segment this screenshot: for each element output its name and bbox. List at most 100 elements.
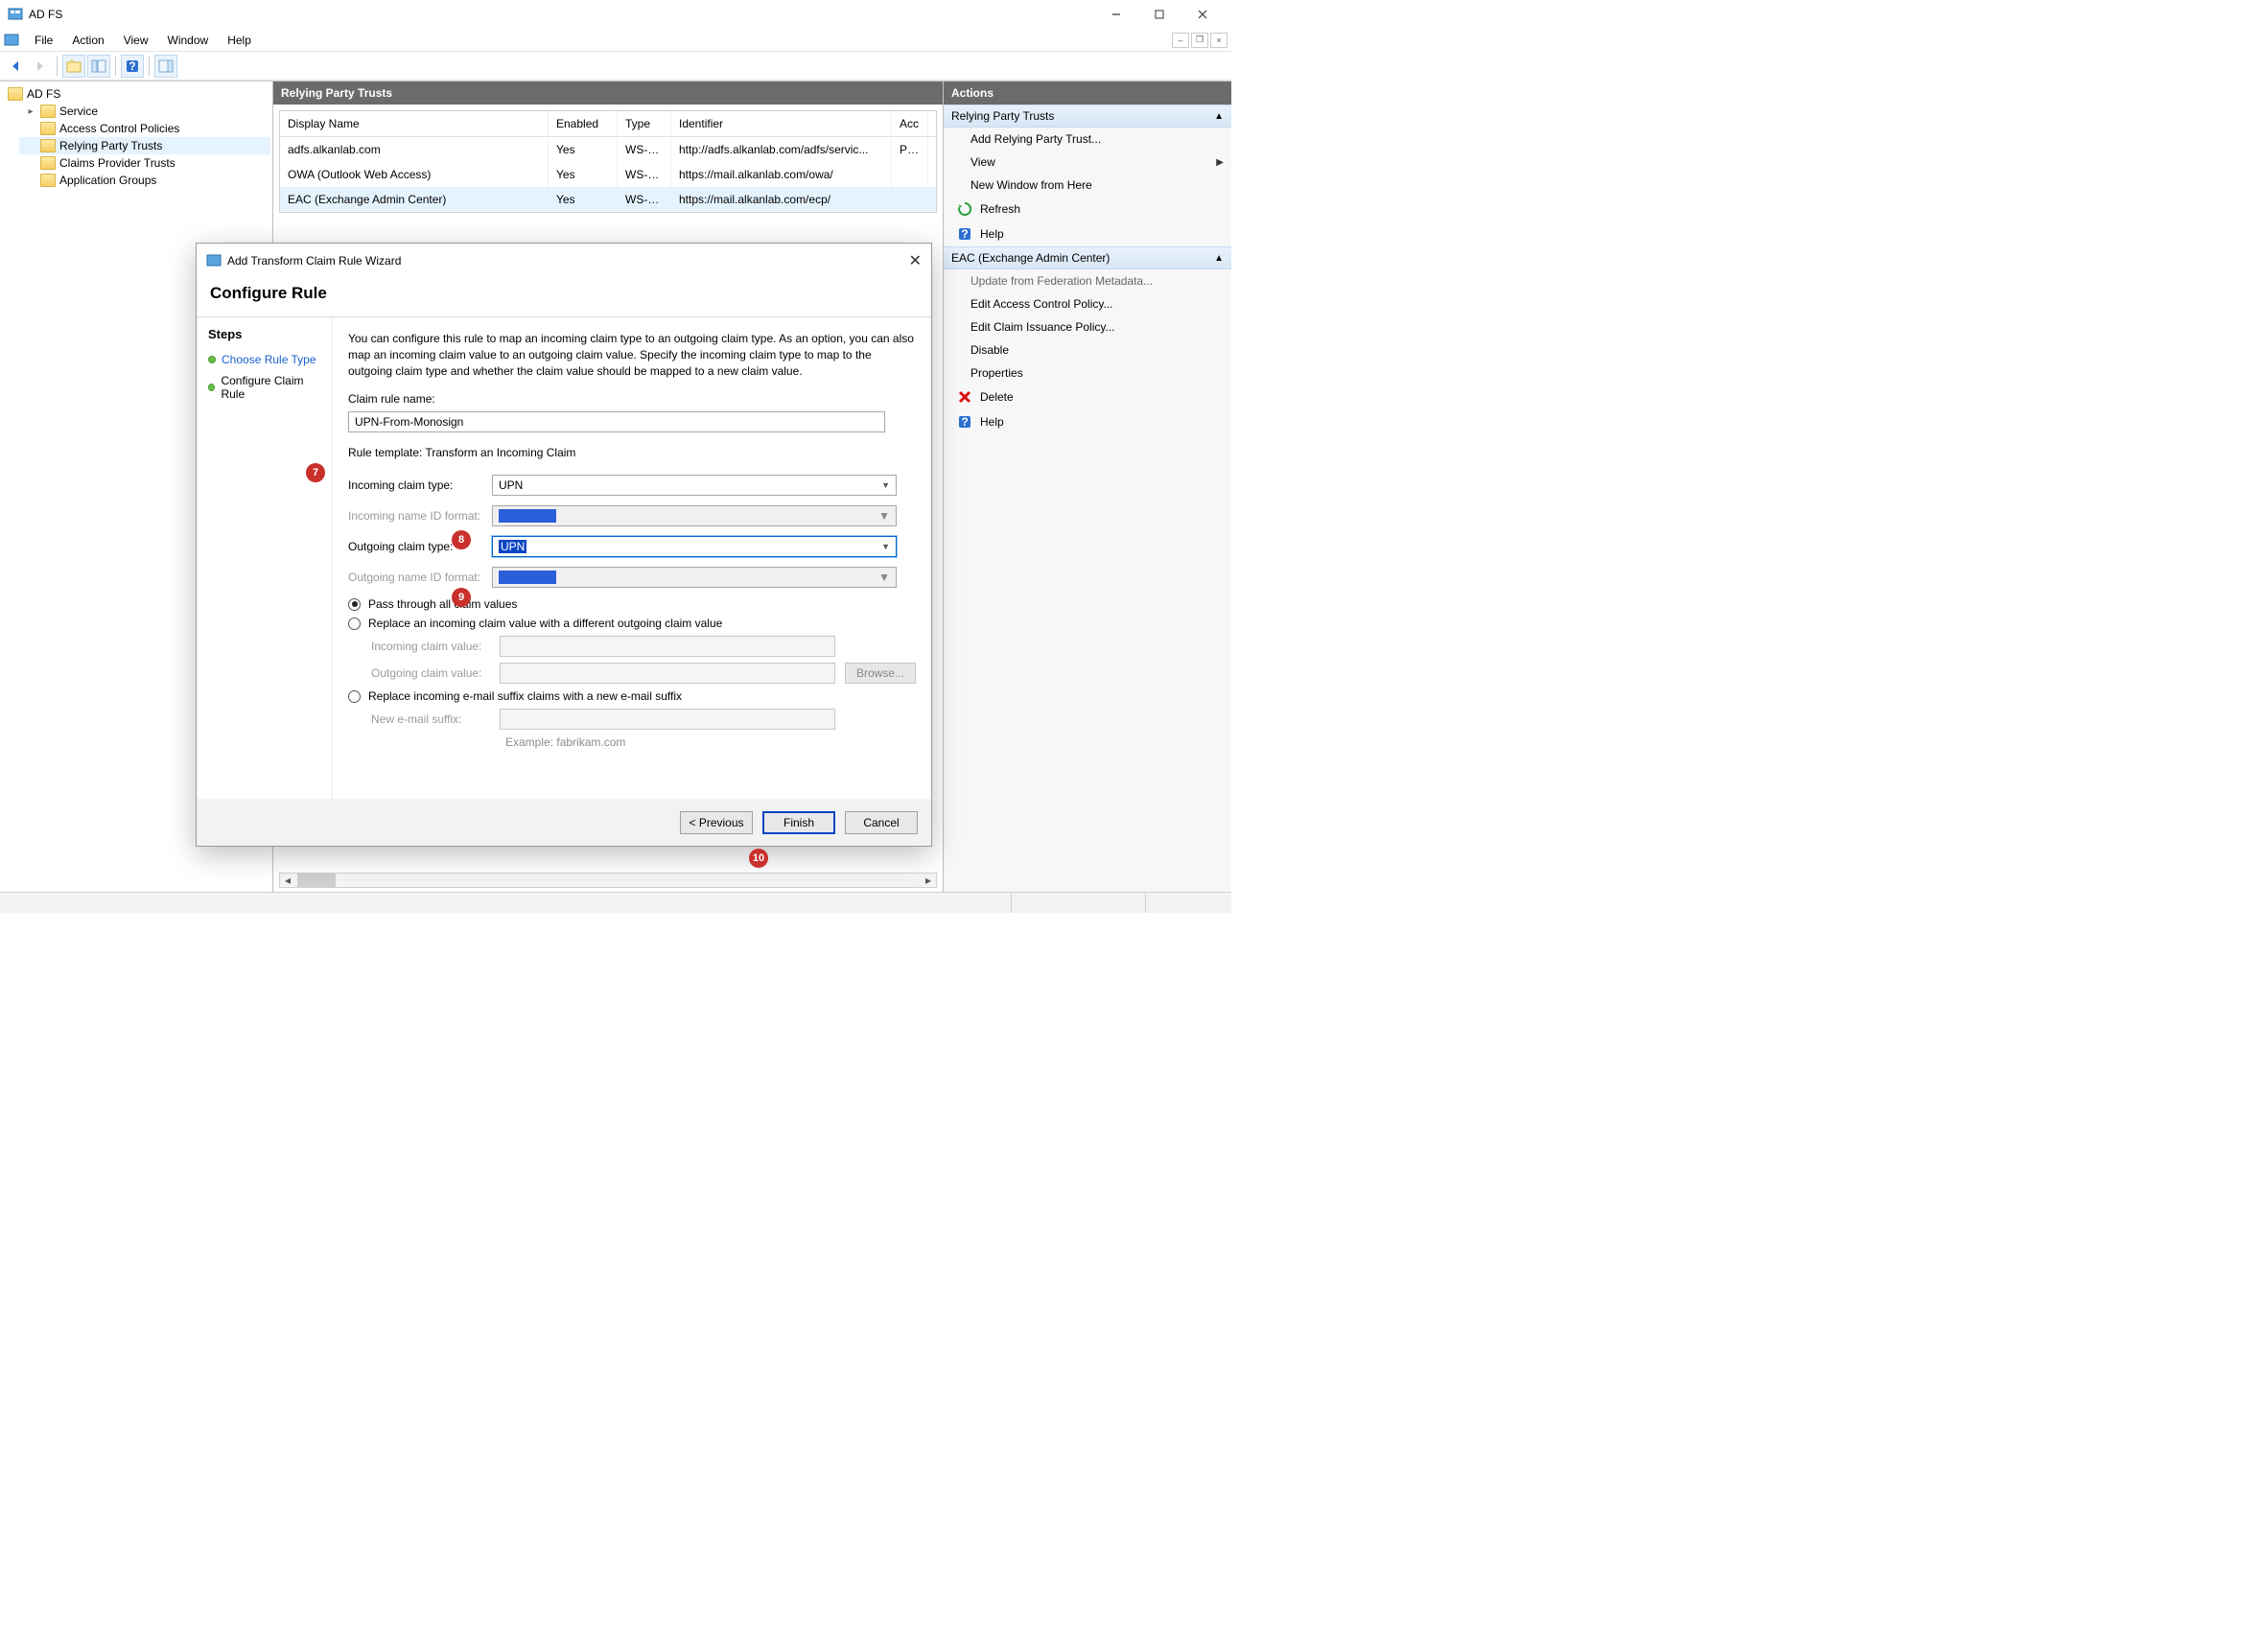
tree-label: Service bbox=[59, 105, 98, 118]
menu-help[interactable]: Help bbox=[218, 31, 261, 50]
minimize-button[interactable] bbox=[1094, 1, 1137, 28]
mdi-minimize[interactable]: – bbox=[1172, 33, 1189, 48]
menu-bar: File Action View Window Help – ❐ × bbox=[0, 29, 1231, 52]
label-outgoing-format: Outgoing name ID format: bbox=[348, 571, 482, 584]
radio-replace-value[interactable]: Replace an incoming claim value with a d… bbox=[348, 617, 916, 630]
action-edit-acp[interactable]: Edit Access Control Policy... bbox=[944, 292, 1231, 315]
tree-rpt[interactable]: Relying Party Trusts bbox=[19, 137, 270, 154]
action-help[interactable]: ? Help bbox=[944, 221, 1231, 246]
label-incoming-value: Incoming claim value: bbox=[371, 640, 490, 653]
help-icon: ? bbox=[957, 414, 972, 430]
action-view[interactable]: View▶ bbox=[944, 151, 1231, 174]
tree-service[interactable]: ▸ Service bbox=[19, 103, 270, 120]
step-configure-claim-rule[interactable]: Configure Claim Rule bbox=[208, 370, 320, 405]
adfs-app-icon-small bbox=[4, 33, 19, 48]
action-refresh[interactable]: Refresh bbox=[944, 197, 1231, 221]
incoming-claim-type-dropdown[interactable]: UPN ▼ bbox=[492, 475, 897, 496]
cancel-button[interactable]: Cancel bbox=[845, 811, 918, 834]
up-folder-button[interactable] bbox=[62, 55, 85, 78]
tree-ag[interactable]: Application Groups bbox=[19, 172, 270, 189]
steps-heading: Steps bbox=[208, 327, 320, 341]
maximize-button[interactable] bbox=[1137, 1, 1181, 28]
action-edit-cip[interactable]: Edit Claim Issuance Policy... bbox=[944, 315, 1231, 338]
finish-button[interactable]: Finish bbox=[762, 811, 835, 834]
col-display-name[interactable]: Display Name bbox=[280, 111, 549, 136]
tree-label: Application Groups bbox=[59, 174, 156, 187]
tree-label: Claims Provider Trusts bbox=[59, 156, 175, 170]
window-title: AD FS bbox=[29, 8, 62, 21]
actions-section-eac[interactable]: EAC (Exchange Admin Center) ▲ bbox=[944, 246, 1231, 269]
outgoing-nameid-format-dropdown: ▼ bbox=[492, 567, 897, 588]
grid-row-selected[interactable]: EAC (Exchange Admin Center) Yes WS-T... … bbox=[280, 187, 936, 212]
wizard-title-text: Add Transform Claim Rule Wizard bbox=[227, 254, 401, 268]
mdi-close[interactable]: × bbox=[1210, 33, 1228, 48]
folder-icon bbox=[40, 156, 56, 170]
rule-template-text: Rule template: Transform an Incoming Cla… bbox=[348, 446, 916, 459]
action-delete[interactable]: Delete bbox=[944, 385, 1231, 409]
relying-party-grid[interactable]: Display Name Enabled Type Identifier Acc… bbox=[279, 110, 937, 213]
radio-replace-suffix[interactable]: Replace incoming e-mail suffix claims wi… bbox=[348, 689, 916, 703]
scroll-left-arrow[interactable]: ◂ bbox=[280, 874, 295, 887]
expand-caret-icon[interactable]: ▸ bbox=[25, 106, 36, 117]
action-help-2[interactable]: ? Help bbox=[944, 409, 1231, 434]
previous-button[interactable]: < Previous bbox=[680, 811, 753, 834]
step-choose-rule-type[interactable]: Choose Rule Type bbox=[208, 349, 320, 370]
action-add-rpt[interactable]: Add Relying Party Trust... bbox=[944, 128, 1231, 151]
label-claim-rule-name: Claim rule name: bbox=[348, 392, 916, 406]
chevron-down-icon: ▼ bbox=[881, 542, 890, 551]
actions-section-rpt[interactable]: Relying Party Trusts ▲ bbox=[944, 105, 1231, 128]
radio-icon bbox=[348, 598, 361, 611]
browse-button: Browse... bbox=[845, 663, 916, 684]
menu-view[interactable]: View bbox=[114, 31, 158, 50]
horizontal-scrollbar[interactable]: ◂ ▸ bbox=[279, 873, 937, 888]
outgoing-claim-value-input bbox=[500, 663, 835, 684]
forward-button[interactable] bbox=[29, 55, 52, 78]
menu-action[interactable]: Action bbox=[62, 31, 113, 50]
outgoing-claim-type-dropdown[interactable]: UPN ▼ bbox=[492, 536, 897, 557]
details-pane-toggle[interactable] bbox=[154, 55, 177, 78]
wizard-close-button[interactable]: ✕ bbox=[909, 251, 922, 270]
scroll-right-arrow[interactable]: ▸ bbox=[921, 874, 936, 887]
annotation-badge-10: 10 bbox=[749, 849, 768, 868]
radio-icon bbox=[348, 618, 361, 630]
mdi-restore[interactable]: ❐ bbox=[1191, 33, 1208, 48]
col-type[interactable]: Type bbox=[618, 111, 671, 136]
radio-pass-through[interactable]: Pass through all claim values bbox=[348, 597, 916, 611]
label-incoming-format: Incoming name ID format: bbox=[348, 509, 482, 523]
help-toolbar-button[interactable]: ? bbox=[121, 55, 144, 78]
status-bar bbox=[0, 892, 1231, 913]
tree-toggle-button[interactable] bbox=[87, 55, 110, 78]
tree-cpt[interactable]: Claims Provider Trusts bbox=[19, 154, 270, 172]
adfs-app-icon bbox=[8, 7, 23, 22]
new-suffix-input bbox=[500, 709, 835, 730]
col-enabled[interactable]: Enabled bbox=[549, 111, 618, 136]
incoming-claim-value-input bbox=[500, 636, 835, 657]
grid-row[interactable]: adfs.alkanlab.com Yes WS-T... http://adf… bbox=[280, 137, 936, 162]
tree-acp[interactable]: Access Control Policies bbox=[19, 120, 270, 137]
col-identifier[interactable]: Identifier bbox=[671, 111, 892, 136]
help-icon: ? bbox=[957, 226, 972, 242]
tree-root[interactable]: AD FS bbox=[2, 85, 270, 103]
annotation-badge-8: 8 bbox=[452, 530, 471, 549]
back-button[interactable] bbox=[4, 55, 27, 78]
menu-window[interactable]: Window bbox=[158, 31, 219, 50]
tree-label: Relying Party Trusts bbox=[59, 139, 162, 152]
close-button[interactable] bbox=[1181, 1, 1224, 28]
action-new-window[interactable]: New Window from Here bbox=[944, 174, 1231, 197]
action-properties[interactable]: Properties bbox=[944, 361, 1231, 385]
col-access[interactable]: Acc bbox=[892, 111, 928, 136]
action-disable[interactable]: Disable bbox=[944, 338, 1231, 361]
wizard-titlebar[interactable]: Add Transform Claim Rule Wizard ✕ bbox=[197, 244, 931, 278]
toolbar: ? bbox=[0, 52, 1231, 81]
folder-icon bbox=[40, 139, 56, 152]
menu-file[interactable]: File bbox=[25, 31, 62, 50]
svg-text:?: ? bbox=[961, 415, 968, 429]
scroll-thumb[interactable] bbox=[297, 874, 336, 887]
grid-row[interactable]: OWA (Outlook Web Access) Yes WS-T... htt… bbox=[280, 162, 936, 187]
svg-text:?: ? bbox=[961, 227, 968, 241]
title-bar: AD FS bbox=[0, 0, 1231, 29]
claim-rule-name-input[interactable] bbox=[348, 411, 885, 432]
chevron-down-icon: ▼ bbox=[878, 571, 890, 584]
folder-icon bbox=[8, 87, 23, 101]
label-incoming-type: Incoming claim type: bbox=[348, 478, 482, 492]
